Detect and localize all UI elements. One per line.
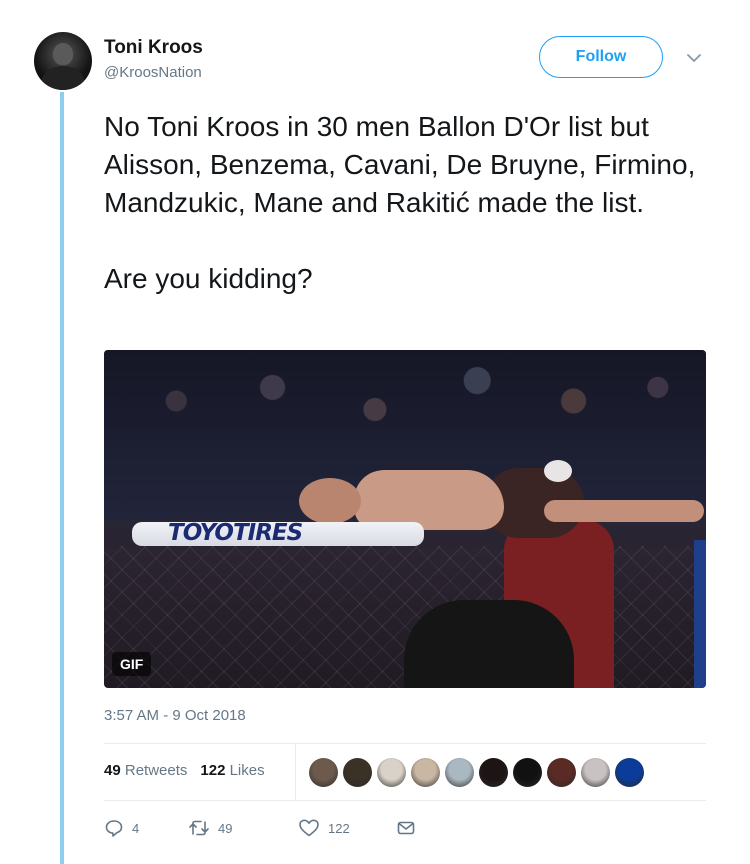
avatar[interactable]	[34, 32, 92, 90]
retweet-icon	[189, 820, 209, 836]
liker-avatar[interactable]	[513, 758, 542, 787]
avatar-shoulders	[42, 66, 84, 90]
divider-bottom	[104, 800, 706, 801]
liker-avatar[interactable]	[581, 758, 610, 787]
liker-avatar[interactable]	[309, 758, 338, 787]
liker-avatar[interactable]	[377, 758, 406, 787]
retweet-count: 49	[218, 820, 233, 836]
user-handle[interactable]: @KroosNation	[104, 64, 202, 81]
reply-action[interactable]: 4	[104, 818, 188, 838]
fighter-arm	[544, 500, 704, 522]
sponsor-sign: TOYOTIRES	[168, 520, 303, 546]
liker-avatar[interactable]	[445, 758, 474, 787]
tweet-paragraph: Are you kidding?	[104, 263, 313, 294]
retweets-label: Retweets	[124, 762, 188, 779]
blue-post	[694, 540, 706, 688]
gif-badge: GIF	[112, 652, 152, 676]
liker-avatar[interactable]	[411, 758, 440, 787]
follow-button[interactable]: Follow	[539, 36, 663, 78]
tweet-text: No Toni Kroos in 30 men Ballon D'Or list…	[104, 108, 724, 298]
likes-count: 122	[200, 762, 226, 779]
liker-avatar[interactable]	[479, 758, 508, 787]
liker-avatar[interactable]	[547, 758, 576, 787]
like-action[interactable]: 122	[298, 818, 396, 838]
tweet-stats: 49 Retweets 122 Likes	[104, 762, 265, 779]
tweet-actions: 4 49 122	[104, 818, 416, 838]
reply-count: 4	[132, 820, 140, 836]
message-action[interactable]	[396, 818, 416, 838]
like-icon	[299, 819, 319, 837]
like-count: 122	[328, 820, 350, 836]
retweets-stat[interactable]: 49 Retweets	[104, 762, 187, 779]
fighter-head	[299, 478, 361, 524]
retweet-action[interactable]: 49	[188, 818, 298, 838]
liker-avatar[interactable]	[343, 758, 372, 787]
tweet-timestamp[interactable]: 3:57 AM - 9 Oct 2018	[104, 707, 246, 724]
thread-line	[60, 92, 64, 864]
fighter-torso	[354, 470, 504, 530]
liker-avatars	[309, 758, 644, 787]
chevron-down-icon[interactable]	[684, 48, 704, 68]
divider-top	[104, 743, 706, 744]
foreground-figure	[404, 600, 574, 688]
gif-media[interactable]: TOYOTIRES GIF	[104, 350, 706, 688]
likes-label: Likes	[229, 762, 265, 779]
avatar-head	[53, 43, 73, 65]
liker-avatar[interactable]	[615, 758, 644, 787]
tweet-paragraph: No Toni Kroos in 30 men Ballon D'Or list…	[104, 111, 696, 218]
white-glove	[544, 460, 572, 482]
retweets-count: 49	[104, 762, 121, 779]
likes-stat[interactable]: 122 Likes	[200, 762, 264, 779]
user-name[interactable]: Toni Kroos	[104, 37, 203, 59]
stats-separator	[295, 744, 296, 800]
reply-icon	[105, 820, 123, 837]
message-icon	[397, 821, 415, 835]
